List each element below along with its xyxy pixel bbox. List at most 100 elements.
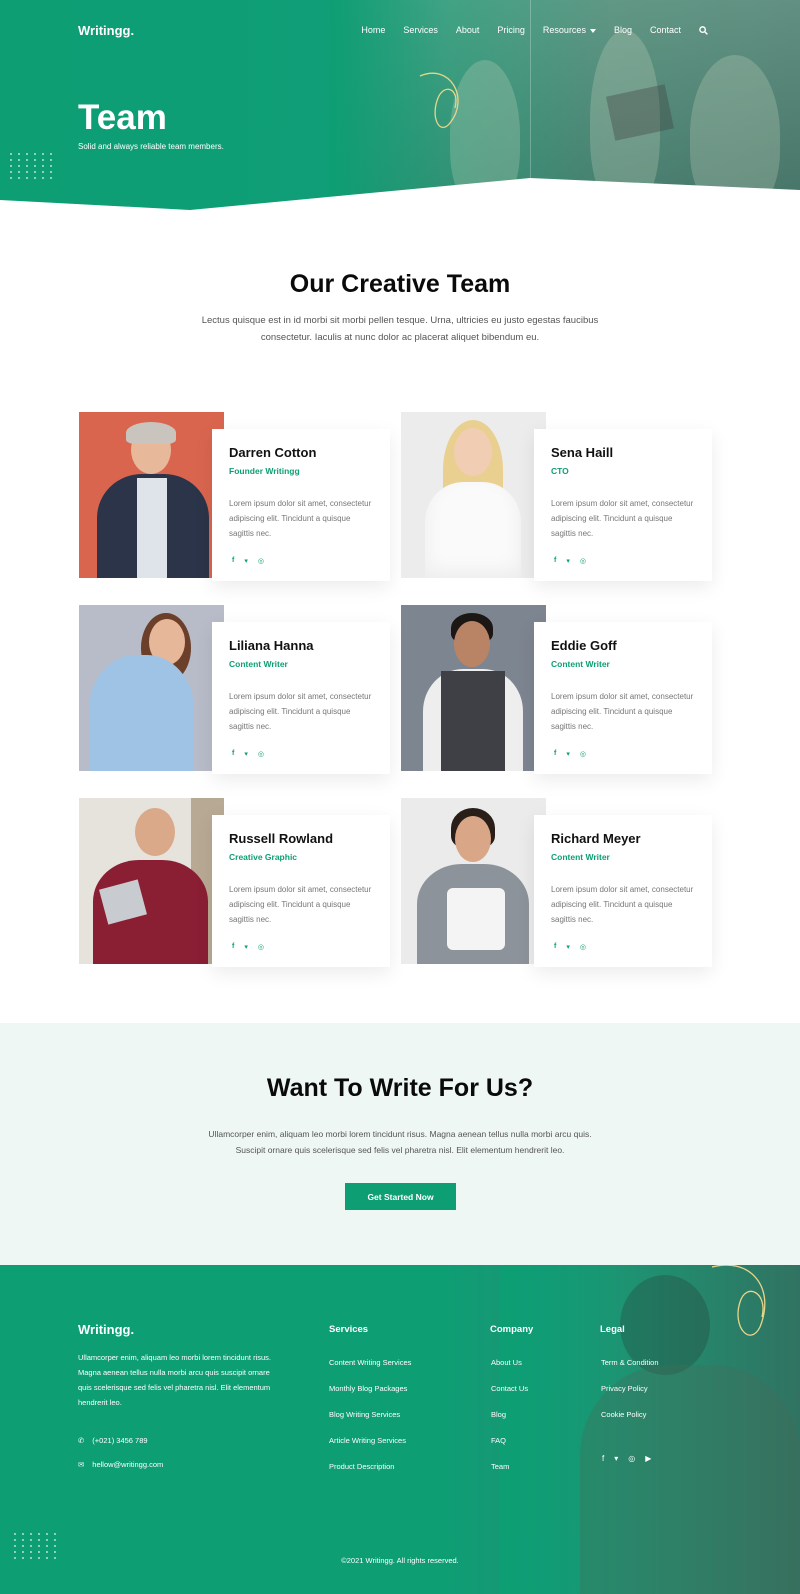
member-name: Liliana Hanna xyxy=(229,638,314,653)
member-description: Lorem ipsum dolor sit amet, consectetur … xyxy=(551,499,694,538)
member-role: CTO xyxy=(551,466,569,476)
nav-resources[interactable]: Resources xyxy=(543,25,596,35)
facebook-icon[interactable]: f xyxy=(232,557,234,565)
envelope-icon: ✉ xyxy=(78,1460,85,1469)
member-info: Russell Rowland Creative Graphic Lorem i… xyxy=(212,815,390,967)
member-description: Lorem ipsum dolor sit amet, consectetur … xyxy=(229,885,372,924)
member-name: Richard Meyer xyxy=(551,831,641,846)
hero-wave-divider xyxy=(0,178,800,210)
page-subtitle: Solid and always reliable team members. xyxy=(78,142,224,151)
cta-title: Want To Write For Us? xyxy=(266,1074,534,1102)
instagram-icon[interactable]: ◎ xyxy=(580,943,586,951)
team-card: Liliana Hanna Content Writer Lorem ipsum… xyxy=(79,605,394,775)
footer-link[interactable]: Cookie Policy xyxy=(601,1410,646,1419)
footer-link[interactable]: Privacy Policy xyxy=(601,1384,648,1393)
member-info: Eddie Goff Content Writer Lorem ipsum do… xyxy=(534,622,712,774)
footer-link[interactable]: FAQ xyxy=(491,1436,506,1445)
member-info: Richard Meyer Content Writer Lorem ipsum… xyxy=(534,815,712,967)
twitter-icon[interactable]: ▾ xyxy=(244,943,248,951)
facebook-icon[interactable]: f xyxy=(602,1454,604,1463)
twitter-icon[interactable]: ▾ xyxy=(566,750,570,758)
get-started-button[interactable]: Get Started Now xyxy=(345,1183,456,1210)
instagram-icon[interactable]: ◎ xyxy=(258,943,264,951)
nav-blog[interactable]: Blog xyxy=(614,25,632,35)
page-title: Team xyxy=(78,98,167,137)
member-info: Liliana Hanna Content Writer Lorem ipsum… xyxy=(212,622,390,774)
member-photo xyxy=(401,605,546,771)
footer-email[interactable]: ✉ hellow@writingg.com xyxy=(78,1460,163,1469)
facebook-icon[interactable]: f xyxy=(554,943,556,951)
instagram-icon[interactable]: ◎ xyxy=(580,750,586,758)
footer-about-text: Ullamcorper enim, aliquam leo morbi lore… xyxy=(78,1353,271,1407)
chevron-down-icon xyxy=(589,28,596,33)
facebook-icon[interactable]: f xyxy=(554,557,556,565)
site-logo[interactable]: Writingg. xyxy=(78,23,134,38)
footer-link[interactable]: Monthly Blog Packages xyxy=(329,1384,407,1393)
instagram-icon[interactable]: ◎ xyxy=(258,750,264,758)
nav-pricing[interactable]: Pricing xyxy=(497,25,525,35)
member-description: Lorem ipsum dolor sit amet, consectetur … xyxy=(551,885,694,924)
footer-link[interactable]: Product Description xyxy=(329,1462,394,1471)
footer-link[interactable]: Blog xyxy=(491,1410,506,1419)
hero-banner: Writingg. Home Services About Pricing Re… xyxy=(0,0,800,210)
member-role: Founder Writingg xyxy=(229,466,300,476)
phone-icon: ✆ xyxy=(78,1436,85,1445)
footer-services-title: Services xyxy=(329,1324,369,1335)
footer-company-title: Company xyxy=(490,1324,534,1335)
twitter-icon[interactable]: ▾ xyxy=(566,943,570,951)
nav-home[interactable]: Home xyxy=(361,25,385,35)
decorative-swirl-icon xyxy=(419,72,459,129)
footer-link[interactable]: Content Writing Services xyxy=(329,1358,411,1367)
footer-link[interactable]: Term & Condition xyxy=(601,1358,659,1367)
member-role: Content Writer xyxy=(229,659,288,669)
instagram-icon[interactable]: ◎ xyxy=(258,557,264,565)
footer-logo[interactable]: Writingg. xyxy=(78,1322,134,1337)
footer-legal-title: Legal xyxy=(600,1324,625,1335)
youtube-icon[interactable]: ▶ xyxy=(645,1454,651,1463)
facebook-icon[interactable]: f xyxy=(232,750,234,758)
member-description: Lorem ipsum dolor sit amet, consectetur … xyxy=(551,692,694,731)
team-section-title: Our Creative Team xyxy=(289,270,511,298)
member-photo xyxy=(401,798,546,964)
footer-phone[interactable]: ✆ (+021) 3456 789 xyxy=(78,1436,148,1445)
twitter-icon[interactable]: ▾ xyxy=(244,750,248,758)
twitter-icon[interactable]: ▾ xyxy=(566,557,570,565)
member-name: Russell Rowland xyxy=(229,831,334,846)
footer-email-text: hellow@writingg.com xyxy=(92,1460,164,1469)
nav-contact[interactable]: Contact xyxy=(650,25,681,35)
member-info: Darren Cotton Founder Writingg Lorem ips… xyxy=(212,429,390,581)
footer-link[interactable]: Blog Writing Services xyxy=(329,1410,400,1419)
team-section-text-line1: Lectus quisque est in id morbi sit morbi… xyxy=(201,315,599,326)
footer-social-links: f ▾ ◎ ▶ xyxy=(602,1454,651,1463)
footer-link[interactable]: Contact Us xyxy=(491,1384,528,1393)
team-card: Darren Cotton Founder Writingg Lorem ips… xyxy=(79,412,394,582)
member-name: Eddie Goff xyxy=(551,638,617,653)
member-description: Lorem ipsum dolor sit amet, consectetur … xyxy=(229,499,372,538)
member-photo xyxy=(79,605,224,771)
member-description: Lorem ipsum dolor sit amet, consectetur … xyxy=(229,692,372,731)
team-card: Richard Meyer Content Writer Lorem ipsum… xyxy=(401,798,716,968)
nav-services[interactable]: Services xyxy=(403,25,438,35)
footer-link[interactable]: Article Writing Services xyxy=(329,1436,406,1445)
team-card: Sena Haill CTO Lorem ipsum dolor sit ame… xyxy=(401,412,716,582)
member-role: Creative Graphic xyxy=(229,852,298,862)
nav-resources-label: Resources xyxy=(542,25,586,35)
member-name: Darren Cotton xyxy=(229,445,317,460)
instagram-icon[interactable]: ◎ xyxy=(580,557,586,565)
footer-link[interactable]: About Us xyxy=(491,1358,522,1367)
footer-link[interactable]: Team xyxy=(491,1462,509,1471)
twitter-icon[interactable]: ▾ xyxy=(614,1454,618,1463)
copyright-text: ©2021 Writingg. All rights reserved. xyxy=(341,1556,459,1565)
facebook-icon[interactable]: f xyxy=(554,750,556,758)
member-photo xyxy=(401,412,546,578)
member-role: Content Writer xyxy=(551,659,610,669)
site-footer: Writingg. Ullamcorper enim, aliquam leo … xyxy=(0,1265,800,1594)
twitter-icon[interactable]: ▾ xyxy=(244,557,248,565)
cta-text-line2: Suscipit ornare quis scelerisque sed fel… xyxy=(235,1145,565,1155)
team-card: Eddie Goff Content Writer Lorem ipsum do… xyxy=(401,605,716,775)
search-icon[interactable] xyxy=(699,25,708,35)
facebook-icon[interactable]: f xyxy=(232,943,234,951)
member-role: Content Writer xyxy=(551,852,610,862)
nav-about[interactable]: About xyxy=(456,25,480,35)
instagram-icon[interactable]: ◎ xyxy=(628,1454,635,1463)
